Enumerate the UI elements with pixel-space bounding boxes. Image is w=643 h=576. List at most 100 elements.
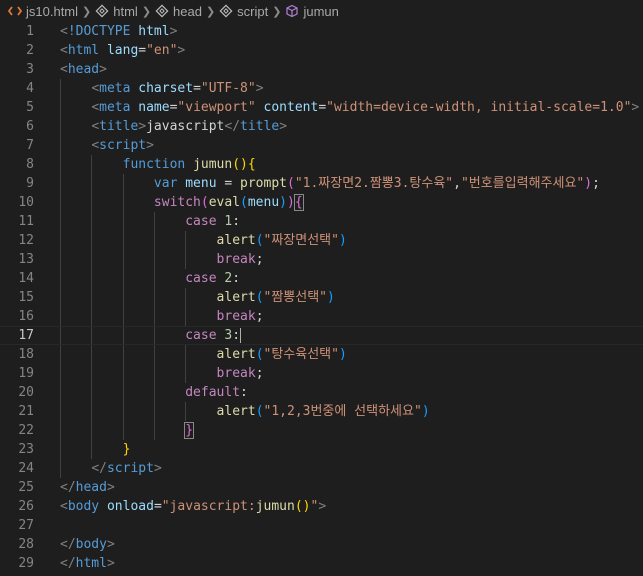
indent-guide	[91, 269, 93, 288]
code-content: </body>	[34, 535, 115, 554]
code-content: switch(eval(menu)){	[34, 193, 304, 212]
code-token: content	[263, 100, 319, 115]
code-content: </head>	[34, 478, 115, 497]
code-line[interactable]: 17 case 3:	[0, 326, 643, 345]
breadcrumb-label: head	[173, 3, 202, 19]
line-number: 17	[18, 328, 34, 343]
indent-guide	[122, 421, 124, 440]
indent-guide	[60, 345, 61, 364]
code-line[interactable]: 29 </html>	[0, 554, 643, 573]
breadcrumb-item-function[interactable]: jumun	[285, 4, 339, 19]
code-token: case	[185, 328, 217, 343]
code-line[interactable]: 2 <html lang="en">	[0, 41, 643, 60]
code-line[interactable]: 15 alert("짬뽕선택")	[0, 288, 643, 307]
code-line[interactable]: 22 }	[0, 421, 643, 440]
code-content: <head>	[34, 60, 107, 79]
code-token: >	[318, 499, 327, 514]
code-line[interactable]: 1 <!DOCTYPE html>	[0, 22, 643, 41]
line-number: 28	[18, 537, 34, 552]
indent-guide	[185, 250, 187, 269]
indent-guide	[91, 250, 93, 269]
code-token: title	[240, 119, 280, 134]
breadcrumb-item-file[interactable]: js10.html	[8, 4, 78, 19]
indent-guide	[153, 269, 155, 288]
indent-guide	[185, 345, 187, 364]
code-line[interactable]: 26 <body onload="javascript:jumun()">	[0, 497, 643, 516]
code-line[interactable]: 24 </script>	[0, 459, 643, 478]
code-line[interactable]: 27	[0, 516, 643, 535]
code-line[interactable]: 23 }	[0, 440, 643, 459]
code-line[interactable]: 28 </body>	[0, 535, 643, 554]
indent-guide	[91, 174, 93, 193]
code-line[interactable]: 9 var menu = prompt("1.짜장면2.짬뽕3.탕수육","번호…	[0, 174, 643, 193]
line-number: 24	[18, 461, 34, 476]
line-number: 20	[18, 385, 34, 400]
indent-guide	[91, 155, 93, 174]
indent-guide	[153, 288, 155, 307]
indent-guide	[185, 288, 187, 307]
breadcrumb-item-html[interactable]: html	[95, 4, 138, 19]
code-content: alert("짬뽕선택")	[34, 288, 335, 307]
code-line[interactable]: 21 alert("1,2,3번중에 선택하세요")	[0, 402, 643, 421]
code-line[interactable]: 11 case 1:	[0, 212, 643, 231]
code-token: <	[60, 499, 68, 514]
line-number: 12	[18, 233, 34, 248]
indent-guide	[60, 383, 61, 402]
code-token: html	[75, 556, 107, 571]
code-token: "viewport"	[177, 100, 256, 115]
code-line[interactable]: 20 default:	[0, 383, 643, 402]
code-token: {	[293, 194, 304, 211]
indent-guide	[122, 231, 124, 250]
indent-guide	[91, 193, 93, 212]
indent-guide	[91, 364, 93, 383]
indent-guide	[91, 327, 93, 344]
code-line[interactable]: 13 break;	[0, 250, 643, 269]
code-line[interactable]: 5 <meta name="viewport" content="width=d…	[0, 98, 643, 117]
code-line[interactable]: 10 switch(eval(menu)){	[0, 193, 643, 212]
code-content: }	[34, 421, 195, 440]
code-line[interactable]: 8 function jumun(){	[0, 155, 643, 174]
element-icon	[155, 4, 169, 18]
code-line[interactable]: 14 case 2:	[0, 269, 643, 288]
indent-guide	[185, 364, 187, 383]
code-token: prompt	[240, 176, 287, 191]
code-line[interactable]: 16 break;	[0, 307, 643, 326]
breadcrumb-item-script[interactable]: script	[219, 4, 268, 19]
code-token: body	[75, 537, 107, 552]
code-line[interactable]: 19 break;	[0, 364, 643, 383]
breadcrumb-item-head[interactable]: head	[155, 4, 202, 19]
code-line[interactable]: 6 <title>javascript</title>	[0, 117, 643, 136]
code-token: function	[122, 157, 186, 172]
code-token: )	[338, 347, 347, 362]
chevron-right-icon: ❯	[82, 5, 92, 18]
code-token: ()	[232, 157, 248, 172]
code-content: <script>	[34, 136, 154, 155]
indent-guide	[91, 345, 93, 364]
code-content: case 2:	[34, 269, 240, 288]
code-token: >	[99, 62, 107, 77]
code-line[interactable]: 4 <meta charset="UTF-8">	[0, 79, 643, 98]
code-line[interactable]: 12 alert("짜장면선택")	[0, 231, 643, 250]
code-line[interactable]: 25 </head>	[0, 478, 643, 497]
code-token: "짜장면선택"	[263, 233, 339, 248]
code-line[interactable]: 3 <head>	[0, 60, 643, 79]
code-content: default:	[34, 383, 248, 402]
code-token: >	[169, 24, 178, 39]
code-token: >	[106, 537, 115, 552]
indent-guide	[153, 421, 155, 440]
code-token: )	[287, 195, 295, 210]
code-editor[interactable]: 1 <!DOCTYPE html> 2 <html lang="en"> 3 <head>…	[0, 22, 643, 576]
code-line[interactable]: 18 alert("탕수육선택")	[0, 345, 643, 364]
html-file-icon	[8, 5, 22, 17]
indent-guide	[153, 327, 155, 344]
code-token: "width=device-width, initial-scale=1.0"	[326, 100, 632, 115]
code-token: </	[60, 556, 76, 571]
code-line[interactable]: 7 <script>	[0, 136, 643, 155]
